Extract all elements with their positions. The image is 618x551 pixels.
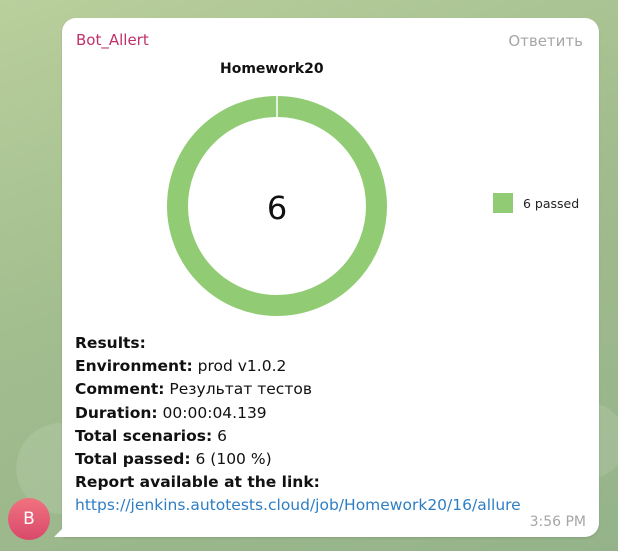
legend-label-passed: 6 passed: [523, 195, 580, 211]
chart-title: Homework20: [220, 61, 324, 77]
results-text: Results: Environment: prod v1.0.2 Commen…: [75, 332, 521, 518]
legend-swatch-passed: [493, 193, 513, 213]
report-link[interactable]: https://jenkins.autotests.cloud/job/Home…: [75, 496, 521, 514]
results-heading: Results:: [75, 334, 146, 352]
report-label: Report available at the link:: [75, 473, 320, 492]
donut-chart: 6: [167, 96, 387, 316]
message-timestamp: 3:56 PM: [529, 514, 586, 530]
total-scenarios-row: Total scenarios: 6: [75, 426, 228, 445]
message-bubble: Bot_Allert Ответить Homework20 6 6 passe…: [62, 18, 599, 537]
avatar[interactable]: B: [8, 498, 50, 540]
reply-button[interactable]: Ответить: [508, 32, 583, 50]
chart-legend: 6 passed: [493, 193, 579, 213]
comment-row: Comment: Результат тестов: [75, 380, 312, 399]
duration-row: Duration: 00:00:04.139: [75, 403, 267, 422]
sender-name[interactable]: Bot_Allert: [76, 31, 149, 49]
donut-center-value: 6: [267, 189, 287, 227]
total-passed-row: Total passed: 6 (100 %): [75, 450, 272, 469]
environment-row: Environment: prod v1.0.2: [75, 357, 287, 376]
